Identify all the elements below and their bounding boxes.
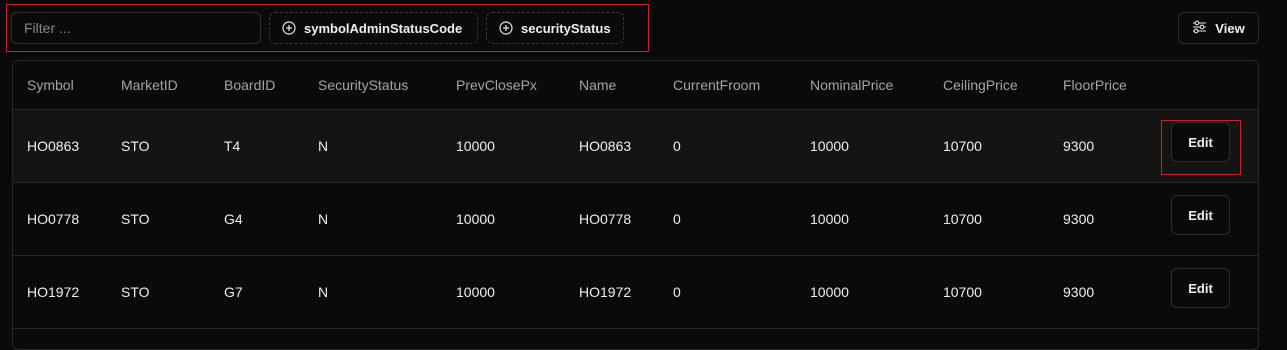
column-header-floor-price[interactable]: FloorPrice <box>1063 61 1127 109</box>
column-header-symbol[interactable]: Symbol <box>27 61 74 109</box>
cell-nominal-price: 10000 <box>810 138 849 154</box>
cell-symbol: HO0863 <box>27 138 80 154</box>
plus-circle-icon <box>282 21 296 35</box>
cell-ceiling-price: 10700 <box>943 284 982 300</box>
cell-current-froom: 0 <box>673 211 681 227</box>
cell-ceiling-price: 10700 <box>943 211 982 227</box>
cell-name: HO0778 <box>579 211 632 227</box>
data-table: Symbol MarketID BoardID SecurityStatus P… <box>12 60 1259 350</box>
cell-board-id: G7 <box>224 284 243 300</box>
cell-market-id: STO <box>121 211 150 227</box>
view-button[interactable]: View <box>1178 12 1259 44</box>
filter-chip-symbol-admin-status-code[interactable]: symbolAdminStatusCode <box>269 12 478 44</box>
cell-current-froom: 0 <box>673 284 681 300</box>
column-header-security-status[interactable]: SecurityStatus <box>318 61 408 109</box>
column-header-board-id[interactable]: BoardID <box>224 61 275 109</box>
cell-market-id: STO <box>121 284 150 300</box>
view-button-label: View <box>1215 20 1245 36</box>
sliders-icon <box>1192 20 1207 37</box>
column-header-market-id[interactable]: MarketID <box>121 61 178 109</box>
edit-button[interactable]: Edit <box>1171 122 1230 162</box>
cell-floor-price: 9300 <box>1063 284 1095 300</box>
cell-prev-close-px: 10000 <box>456 211 495 227</box>
cell-prev-close-px: 10000 <box>456 138 495 154</box>
column-header-prev-close-px[interactable]: PrevClosePx <box>456 61 537 109</box>
edit-button[interactable]: Edit <box>1171 268 1230 308</box>
edit-button[interactable]: Edit <box>1171 195 1230 235</box>
filter-input[interactable] <box>11 12 261 44</box>
cell-symbol: HO1972 <box>27 284 80 300</box>
filter-chip-security-status[interactable]: securityStatus <box>486 12 624 44</box>
cell-board-id: G4 <box>224 211 243 227</box>
cell-nominal-price: 10000 <box>810 284 849 300</box>
column-header-ceiling-price[interactable]: CeilingPrice <box>943 61 1018 109</box>
cell-symbol: HO0778 <box>27 211 80 227</box>
chip-label: symbolAdminStatusCode <box>304 20 463 36</box>
cell-current-froom: 0 <box>673 138 681 154</box>
cell-security-status: N <box>318 211 329 227</box>
column-header-current-froom[interactable]: CurrentFroom <box>673 61 760 109</box>
cell-security-status: N <box>318 284 329 300</box>
table-header: Symbol MarketID BoardID SecurityStatus P… <box>13 61 1258 110</box>
table-row[interactable]: HO0778 STO G4 N 10000 HO0778 0 10000 107… <box>13 183 1258 256</box>
cell-floor-price: 9300 <box>1063 211 1095 227</box>
cell-security-status: N <box>318 138 329 154</box>
table-row[interactable]: HO1972 STO G7 N 10000 HO1972 0 10000 107… <box>13 256 1258 329</box>
cell-prev-close-px: 10000 <box>456 284 495 300</box>
column-header-nominal-price[interactable]: NominalPrice <box>810 61 893 109</box>
column-header-name[interactable]: Name <box>579 61 616 109</box>
plus-circle-icon <box>499 21 513 35</box>
cell-board-id: T4 <box>224 138 241 154</box>
cell-nominal-price: 10000 <box>810 211 849 227</box>
cell-market-id: STO <box>121 138 150 154</box>
cell-floor-price: 9300 <box>1063 138 1095 154</box>
table-row[interactable]: HO0863 STO T4 N 10000 HO0863 0 10000 107… <box>13 110 1258 183</box>
cell-name: HO0863 <box>579 138 632 154</box>
cell-name: HO1972 <box>579 284 632 300</box>
cell-ceiling-price: 10700 <box>943 138 982 154</box>
chip-label: securityStatus <box>521 20 611 36</box>
